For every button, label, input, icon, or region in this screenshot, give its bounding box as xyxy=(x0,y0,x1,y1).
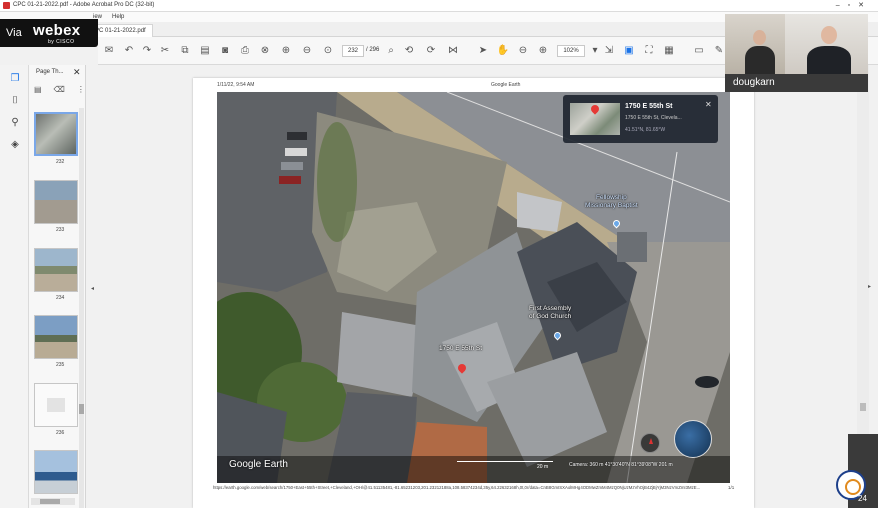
screen: CPC 01-21-2022.pdf - Adobe Acrobat Pro D… xyxy=(0,0,878,508)
window-controls[interactable]: –▫✕ xyxy=(836,1,872,9)
crop-icon[interactable]: ⋈ xyxy=(446,44,460,58)
hand-tool-icon[interactable]: ✋ xyxy=(496,44,510,58)
find-icon[interactable]: ⌕ xyxy=(384,44,398,58)
corner-page-number: 24 xyxy=(858,494,867,503)
zoom-select[interactable]: 102% xyxy=(557,45,585,57)
rotate-right-icon[interactable]: ⟳ xyxy=(424,44,438,58)
thumbnail-content xyxy=(47,398,65,412)
webex-logo: webex xyxy=(33,22,81,39)
webex-via: Via xyxy=(6,27,22,39)
compass-icon[interactable] xyxy=(640,433,660,453)
read-mode-icon[interactable]: ▦ xyxy=(662,44,676,58)
page-thumbnails-icon[interactable]: ❐ xyxy=(9,73,21,85)
document-scroll-knob[interactable] xyxy=(860,403,866,411)
fit-width-icon[interactable]: ⇲ xyxy=(602,44,616,58)
page-total: / 296 xyxy=(366,47,380,53)
map-scale-label: 20 m xyxy=(537,464,549,470)
participant-body xyxy=(745,46,775,74)
thumbnail-page[interactable] xyxy=(34,248,78,292)
thumbnail-number: 236 xyxy=(56,430,65,436)
cut-icon[interactable]: ✂ xyxy=(158,44,172,58)
satellite-map-image: 1750 E 55th St 1750 E 55th St, Clevela..… xyxy=(217,92,730,483)
layers-icon[interactable]: ◈ xyxy=(9,139,21,151)
acrobat-icon xyxy=(3,2,10,9)
title-bar: CPC 01-21-2022.pdf - Adobe Acrobat Pro D… xyxy=(0,0,878,12)
participant-video xyxy=(725,14,785,74)
participant-name-bar: dougkarn xyxy=(725,74,868,92)
thumbnails-hscroll-knob[interactable] xyxy=(40,499,60,504)
participant-head xyxy=(753,30,766,45)
thumbnail-page[interactable] xyxy=(34,112,78,156)
page-thumbnails-panel: Page Th... ✕ ▤⌫⋮ 232 233 234 235 236 xyxy=(29,65,86,508)
thumbnail-number: 235 xyxy=(56,362,65,368)
bookmark-icon[interactable]: ⌷ xyxy=(9,95,21,107)
select-cursor-icon[interactable]: ➤ xyxy=(476,44,490,58)
zoom-in-icon[interactable]: ⊕ xyxy=(536,44,550,58)
rotate-left-icon[interactable]: ⟲ xyxy=(402,44,416,58)
webex-badge: Via webex by CISCO xyxy=(0,19,98,47)
pen-icon[interactable]: ✎ xyxy=(712,44,726,58)
participant-body xyxy=(807,46,851,74)
thumbnails-header: Page Th... xyxy=(36,69,64,75)
page-footer-url: https://earth.google.com/web/search/1750… xyxy=(213,485,701,490)
thumbnail-page[interactable] xyxy=(34,180,78,224)
thumbnail-page[interactable] xyxy=(34,315,78,359)
page-footer-number: 1/1 xyxy=(728,485,735,490)
map-status-text: Camera: 360 m 41°30'40"N 81°39'08"W 201 … xyxy=(569,462,673,468)
page-header-title: Google Earth xyxy=(491,82,521,88)
google-earth-logo: Google Earth xyxy=(229,459,288,470)
collapse-right-icon[interactable]: ▸ xyxy=(868,283,871,290)
menu-help[interactable]: Help xyxy=(112,14,124,20)
thumbnail-page[interactable] xyxy=(34,383,78,427)
paste-icon[interactable]: ▤ xyxy=(198,44,212,58)
thumbnails-close-icon[interactable]: ✕ xyxy=(73,67,81,78)
place-label-fellowship: Fellowship Missionary Baptist xyxy=(585,194,638,209)
webex-by: by CISCO xyxy=(48,39,75,45)
attachment-icon[interactable]: ⚲ xyxy=(9,117,21,129)
page-number-input[interactable]: 232 xyxy=(342,45,364,57)
thumbnail-number: 234 xyxy=(56,295,65,301)
thumbnails-hscrollbar[interactable] xyxy=(31,498,75,505)
map-scale-bar xyxy=(457,461,553,462)
thumbnails-scroll-knob[interactable] xyxy=(79,404,84,414)
collapse-left-icon[interactable]: ◂ xyxy=(91,285,95,293)
info-card-coords: 41.51°N, 81.65°W xyxy=(625,127,666,133)
left-tool-strip: ❐ ⌷ ⚲ ◈ xyxy=(0,65,29,508)
participant-name: dougkarn xyxy=(733,77,775,88)
comment-icon[interactable]: ▭ xyxy=(692,44,706,58)
window-title: CPC 01-21-2022.pdf - Adobe Acrobat Pro D… xyxy=(13,2,155,8)
next-page-icon[interactable]: ⊖ xyxy=(300,44,314,58)
thumbnail-page[interactable] xyxy=(34,450,78,494)
copy-icon[interactable]: ⧉ xyxy=(178,44,192,58)
fullscreen-icon[interactable]: ⛶ xyxy=(642,44,656,58)
thumbnails-scrollbar[interactable] xyxy=(79,108,84,508)
thumbnail-number: 232 xyxy=(56,159,65,165)
fit-page-icon[interactable]: ▣ xyxy=(622,44,636,58)
thumbnail-number: 233 xyxy=(56,227,65,233)
info-card-title: 1750 E 55th St xyxy=(625,103,673,110)
prev-page-icon[interactable]: ⊕ xyxy=(279,44,293,58)
pdf-page: 1/11/22, 9:54 AM Google Earth 1750 E 55t… xyxy=(193,78,754,508)
undo-icon[interactable]: ↶ xyxy=(122,44,136,58)
page-header-datetime: 1/11/22, 9:54 AM xyxy=(217,82,255,88)
place-label-first-assembly: First Assembly of God Church xyxy=(529,305,572,320)
place-label-address: 1750 E 55th St xyxy=(439,345,483,352)
print-icon[interactable]: ⎙ xyxy=(238,44,252,58)
video-panel[interactable]: dougkarn xyxy=(725,14,868,92)
location-info-card[interactable]: 1750 E 55th St 1750 E 55th St, Clevela..… xyxy=(563,95,718,143)
info-card-address: 1750 E 55th St, Clevela... xyxy=(625,115,682,121)
participant-head xyxy=(821,26,837,44)
stop-icon[interactable]: ⊗ xyxy=(258,44,272,58)
participant-video xyxy=(785,14,868,74)
share-icon[interactable]: ✉ xyxy=(102,44,116,58)
zoom-dropdown-icon[interactable]: ▾ xyxy=(588,44,602,58)
globe-icon[interactable] xyxy=(674,420,712,458)
satellite-map-art xyxy=(217,92,730,483)
redo-icon[interactable]: ↷ xyxy=(140,44,154,58)
camera-icon[interactable]: ◙ xyxy=(218,44,232,58)
download-icon[interactable]: ⊙ xyxy=(321,44,335,58)
zoom-out-icon[interactable]: ⊖ xyxy=(516,44,530,58)
info-card-close-icon[interactable]: ✕ xyxy=(705,100,712,109)
document-viewer[interactable]: ◂ 1/11/22, 9:54 AM Google Earth 1750 E 5… xyxy=(86,65,878,508)
